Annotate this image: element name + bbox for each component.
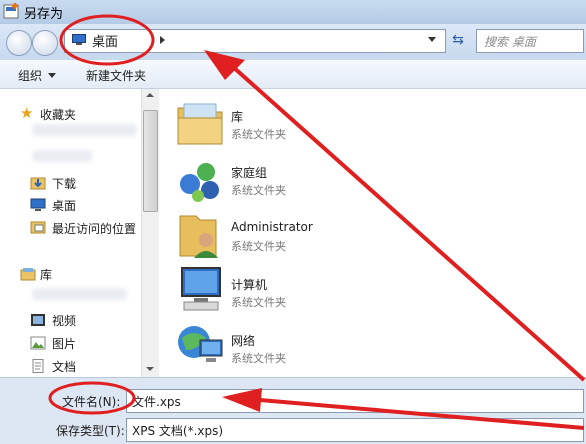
annotation-ellipse-filename bbox=[48, 381, 136, 415]
annotation-ellipse-address bbox=[59, 14, 155, 66]
annotation-arrow-address bbox=[230, 64, 586, 382]
annotation-overlay bbox=[48, 14, 586, 430]
annotation-arrowhead-address bbox=[204, 50, 245, 80]
annotation-arrow-filename bbox=[259, 398, 585, 430]
annotation-arrowhead-filename bbox=[222, 388, 262, 412]
